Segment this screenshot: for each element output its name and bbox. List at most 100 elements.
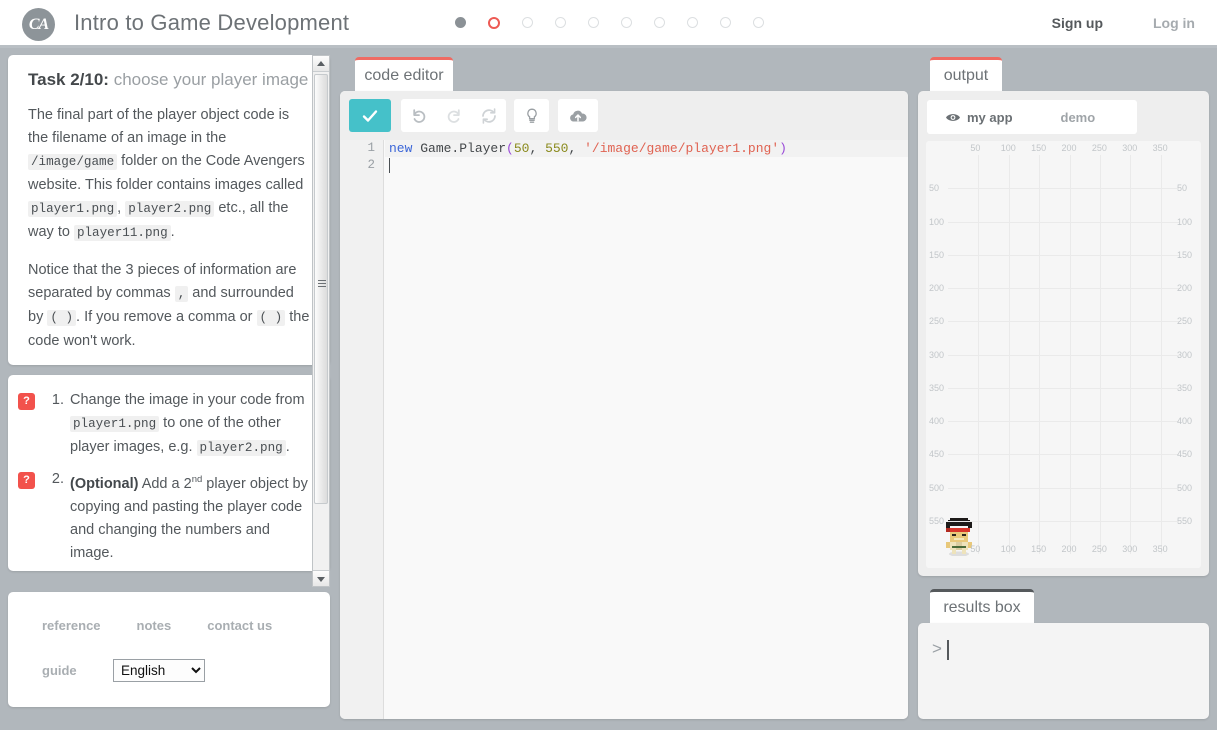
ruler-label-y: 400 <box>929 416 945 426</box>
ruler-label-y: 250 <box>1177 316 1193 327</box>
tab-my-app[interactable]: my app <box>945 110 1013 125</box>
log-in-button[interactable]: Log in <box>1153 15 1195 31</box>
t2-text-1: Add a 2 <box>138 475 192 492</box>
scrollbar-thumb[interactable] <box>314 74 328 504</box>
task-list-card: ? 1. Change the image in your code from … <box>8 375 330 571</box>
progress-dot-5[interactable] <box>588 17 599 28</box>
undo-icon <box>412 108 425 123</box>
lesson-paragraph-1: The final part of the player object code… <box>28 104 310 245</box>
ruler-label-x: 100 <box>1000 143 1016 153</box>
t2-ordinal-suffix: nd <box>191 474 203 485</box>
game-canvas[interactable]: 50 50 100 100 150 150 200 200 250 250 300 300 350 350… <box>926 141 1201 568</box>
progress-dot-2[interactable] <box>488 16 500 29</box>
cloud-upload-icon <box>570 110 587 121</box>
help-icon[interactable]: ? <box>18 472 35 489</box>
ruler-label-y: 150 <box>1177 249 1193 260</box>
eye-icon <box>946 113 960 121</box>
sign-up-button[interactable]: Sign up <box>1052 15 1103 31</box>
code-line-1[interactable]: new Game.Player(50, 550, '/image/game/pl… <box>385 140 908 157</box>
footer-link-reference[interactable]: reference <box>42 618 101 633</box>
task-text: Change the image in your code from playe… <box>70 389 310 460</box>
ruler-label-y: 100 <box>929 216 945 227</box>
output-view-tabs: my app demo <box>927 100 1137 134</box>
grid-line-horizontal <box>948 421 1179 422</box>
ruler-label-x: 150 <box>1031 143 1047 153</box>
progress-dot-3[interactable] <box>522 17 533 28</box>
redo-button[interactable] <box>436 99 471 132</box>
lightbulb-icon <box>526 108 537 123</box>
code-keyword-new: new <box>389 141 413 156</box>
auth-actions: Sign up Log in <box>1052 0 1195 45</box>
scrollbar-grip-icon <box>318 280 326 287</box>
ruler-label-x: 250 <box>1091 143 1107 153</box>
lesson-scrollbar[interactable] <box>312 55 330 587</box>
scroll-up-triangle <box>317 61 325 66</box>
footer-link-contact-us[interactable]: contact us <box>207 618 272 633</box>
grid-line-horizontal <box>948 288 1179 289</box>
check-icon <box>362 109 378 122</box>
progress-dot-6[interactable] <box>621 17 632 28</box>
grid-line-horizontal <box>948 221 1179 223</box>
progress-dot-7[interactable] <box>654 17 665 28</box>
code-text-area[interactable]: new Game.Player(50, 550, '/image/game/pl… <box>385 140 908 719</box>
code-close-paren: ) <box>779 141 787 156</box>
tab-code-editor[interactable]: code editor <box>355 57 453 91</box>
ruler-label-y: 350 <box>1177 382 1193 393</box>
lesson-task-counter: Task 2/10: <box>28 70 109 89</box>
results-box-panel[interactable]: > <box>918 623 1209 719</box>
ruler-label-x: 300 <box>1122 143 1138 153</box>
code-line-2[interactable] <box>385 157 390 174</box>
p2-code-parens-2: ( ) <box>256 310 286 326</box>
ruler-label-x: 50 <box>970 143 981 153</box>
p2-code-parens-1: ( ) <box>47 310 77 326</box>
code-open-paren: ( <box>506 141 514 156</box>
tab-my-app-label: my app <box>967 109 1013 125</box>
scroll-up-icon[interactable] <box>313 56 329 72</box>
scroll-down-triangle <box>317 577 325 582</box>
lesson-instructions-card: Task 2/10: choose your player image The … <box>8 55 330 365</box>
ruler-label-x: 300 <box>1122 544 1138 554</box>
progress-dot-4[interactable] <box>555 17 566 28</box>
ruler-label-y: 350 <box>929 382 945 393</box>
guide-language-row: guide English <box>42 659 330 682</box>
ruler-label-y: 50 <box>929 183 940 194</box>
grid-line-horizontal <box>948 487 1179 489</box>
grid-line-horizontal <box>948 321 1179 323</box>
hint-button[interactable] <box>514 99 549 132</box>
grid-line-horizontal <box>948 520 1179 522</box>
progress-dot-9[interactable] <box>720 17 731 28</box>
code-arg-y: 550 <box>545 141 569 156</box>
ruler-label-x: 200 <box>1061 143 1077 153</box>
tab-results-box[interactable]: results box <box>930 589 1034 623</box>
grid-line-horizontal <box>948 188 1179 190</box>
help-icon[interactable]: ? <box>18 393 35 410</box>
save-to-cloud-button[interactable] <box>558 99 598 132</box>
progress-dot-8[interactable] <box>687 17 698 28</box>
grid-line-horizontal <box>948 387 1179 389</box>
scroll-down-icon[interactable] <box>313 570 329 586</box>
refresh-icon <box>481 107 496 124</box>
p1-code-player1: player1.png <box>28 201 118 217</box>
language-select[interactable]: English <box>113 659 205 682</box>
ruler-label-x: 50 <box>970 544 981 554</box>
footer-link-notes[interactable]: notes <box>137 618 172 633</box>
progress-dot-10[interactable] <box>753 17 764 28</box>
grid-line-horizontal <box>948 254 1179 256</box>
undo-button[interactable] <box>401 99 436 132</box>
lesson-subtitle: choose your player image <box>108 70 309 89</box>
code-comma-1: , <box>529 141 546 156</box>
p1-code-player2: player2.png <box>125 201 215 217</box>
ruler-label-x: 200 <box>1061 544 1077 554</box>
ruler-label-y: 50 <box>1177 183 1188 194</box>
run-check-button[interactable] <box>349 99 391 132</box>
progress-dot-1[interactable] <box>455 17 466 28</box>
history-button-group <box>401 99 506 132</box>
tab-demo[interactable]: demo <box>1061 110 1096 125</box>
p1-text-3: , <box>117 200 126 216</box>
p2-text-3: . If you remove a comma or <box>76 309 257 325</box>
p1-code-player11: player11.png <box>73 225 171 241</box>
reset-button[interactable] <box>471 99 506 132</box>
task-number: 2. <box>51 471 64 487</box>
code-avengers-logo[interactable]: CA <box>22 8 55 41</box>
tab-output[interactable]: output <box>930 57 1002 91</box>
